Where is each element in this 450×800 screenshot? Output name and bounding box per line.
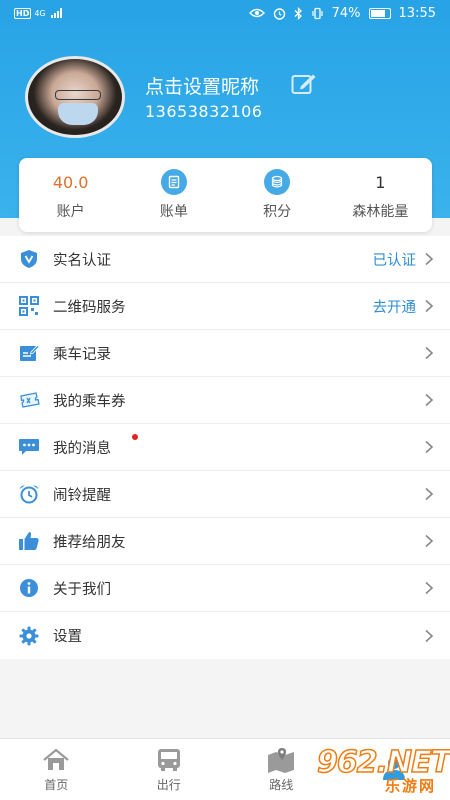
menu-label: 推荐给朋友 (53, 534, 126, 551)
menu-item-my-messages[interactable]: 我的消息 (0, 424, 450, 471)
bill-icon (160, 169, 187, 195)
chevron-right-icon (425, 487, 434, 501)
ticket-icon (18, 389, 40, 411)
menu-label: 关于我们 (53, 581, 111, 598)
map-icon (266, 747, 296, 773)
chevron-right-icon (425, 393, 434, 407)
watermark-logo: 962.NET 乐游网 (315, 744, 450, 797)
stat-bill[interactable]: 账单 (122, 158, 225, 232)
chevron-right-icon (425, 534, 434, 548)
stat-label: 森林能量 (352, 204, 409, 220)
avatar[interactable] (25, 56, 125, 138)
clock: 13:55 (398, 5, 436, 21)
home-icon (41, 747, 71, 773)
chevron-right-icon (425, 346, 434, 360)
network-gen: 4G (34, 8, 46, 18)
alarm-status-icon (273, 7, 285, 20)
stats-card: 40.0 账户 账单 积分 1 森林能量 (19, 158, 432, 232)
chevron-right-icon (425, 581, 434, 595)
message-icon (18, 436, 40, 458)
menu-item-recommend-friends[interactable]: 推荐给朋友 (0, 518, 450, 565)
shield-v-icon (18, 248, 40, 270)
tab-home[interactable]: 首页 (0, 739, 113, 800)
chevron-right-icon (425, 299, 434, 313)
eye-icon (248, 8, 265, 18)
stat-label: 积分 (263, 204, 292, 220)
menu-item-alarm-reminder[interactable]: 闹铃提醒 (0, 471, 450, 518)
menu-label: 闹铃提醒 (53, 487, 111, 504)
account-balance: 40.0 (52, 172, 89, 192)
gear-icon (18, 625, 40, 647)
info-icon (18, 577, 40, 599)
nickname[interactable]: 点击设置昵称 (145, 72, 259, 99)
tab-travel[interactable]: 出行 (113, 739, 226, 800)
alarm-icon (18, 483, 40, 505)
unread-badge (132, 434, 138, 440)
vibrate-icon (312, 7, 323, 19)
chevron-right-icon (425, 629, 434, 642)
tab-label: 路线 (269, 777, 294, 792)
tab-label: 出行 (156, 777, 181, 792)
menu-label: 乘车记录 (53, 346, 111, 363)
menu-label: 我的乘车券 (53, 393, 126, 410)
menu-label: 我的消息 (53, 440, 111, 457)
menu-item-qrcode-service[interactable]: 二维码服务 去开通 (0, 283, 450, 330)
forest-energy-value: 1 (375, 172, 386, 192)
qrcode-icon (18, 295, 40, 317)
bluetooth-icon (294, 6, 302, 20)
edit-icon[interactable] (291, 73, 317, 95)
menu-label: 设置 (53, 629, 82, 645)
thumbs-up-icon (18, 530, 40, 552)
menu-item-settings[interactable]: 设置 (0, 612, 450, 659)
battery-percent: 74% (331, 5, 361, 21)
signal-icon (50, 8, 62, 18)
menu-item-about-us[interactable]: 关于我们 (0, 565, 450, 612)
auth-status: 已认证 (372, 252, 417, 269)
status-bar: HD 4G 74% 13:55 (0, 0, 450, 26)
watermark-sub: 乐游网 (385, 777, 437, 795)
phone-number: 13653832106 (145, 102, 263, 121)
record-icon (18, 342, 40, 364)
stat-forest-energy[interactable]: 1 森林能量 (329, 158, 432, 232)
stat-points[interactable]: 积分 (226, 158, 329, 232)
battery-icon (368, 7, 391, 19)
stat-label: 账单 (159, 204, 188, 220)
qrcode-status: 去开通 (372, 299, 417, 316)
menu-item-real-name-auth[interactable]: 实名认证 已认证 (0, 236, 450, 283)
hd-indicator: HD (14, 7, 32, 19)
bus-icon (154, 747, 184, 773)
menu-list: 实名认证 已认证 二维码服务 去开通 乘车记录 我的乘车券 我的消息 闹铃提醒 … (0, 236, 450, 659)
stat-account[interactable]: 40.0 账户 (19, 158, 122, 232)
menu-label: 实名认证 (53, 252, 111, 269)
chevron-right-icon (425, 252, 434, 266)
menu-item-ride-records[interactable]: 乘车记录 (0, 330, 450, 377)
menu-item-ride-tickets[interactable]: 我的乘车券 (0, 377, 450, 424)
chevron-right-icon (425, 440, 434, 454)
stat-label: 账户 (56, 204, 85, 220)
menu-label: 二维码服务 (53, 299, 126, 316)
tab-label: 首页 (44, 777, 69, 792)
coins-icon (264, 169, 291, 195)
